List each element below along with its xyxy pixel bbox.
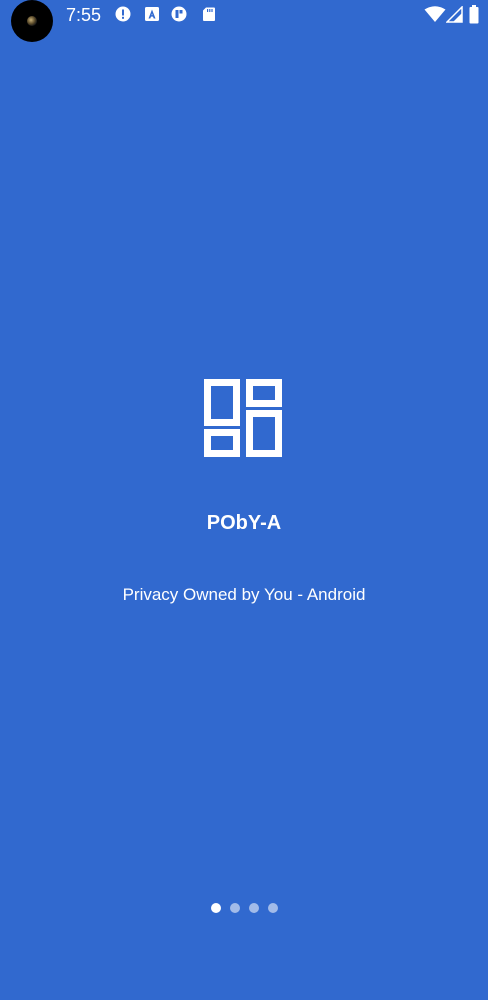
status-bar: 7:55: [0, 0, 488, 42]
app-badge-icon: [171, 6, 187, 22]
page-dot-4[interactable]: [267, 903, 278, 913]
battery-icon: [469, 5, 479, 24]
page-dot-1[interactable]: [210, 903, 221, 913]
status-time: 7:55: [66, 5, 102, 25]
wifi-icon: [424, 6, 446, 22]
cell-signal-icon: [446, 6, 463, 23]
page-dot-2[interactable]: [229, 903, 240, 913]
page-indicator: [0, 903, 488, 915]
sd-card-icon: [203, 7, 215, 21]
alert-circle-icon: [115, 6, 131, 22]
app-title: PObY-A: [206, 512, 282, 534]
a-box-icon: [145, 7, 159, 21]
camera-lens-icon: [27, 16, 37, 26]
camera-cutout: [11, 0, 53, 42]
layout-grid-icon: [204, 379, 282, 457]
app-subtitle: Privacy Owned by You - Android: [122, 585, 366, 604]
page-dot-3[interactable]: [248, 903, 259, 913]
